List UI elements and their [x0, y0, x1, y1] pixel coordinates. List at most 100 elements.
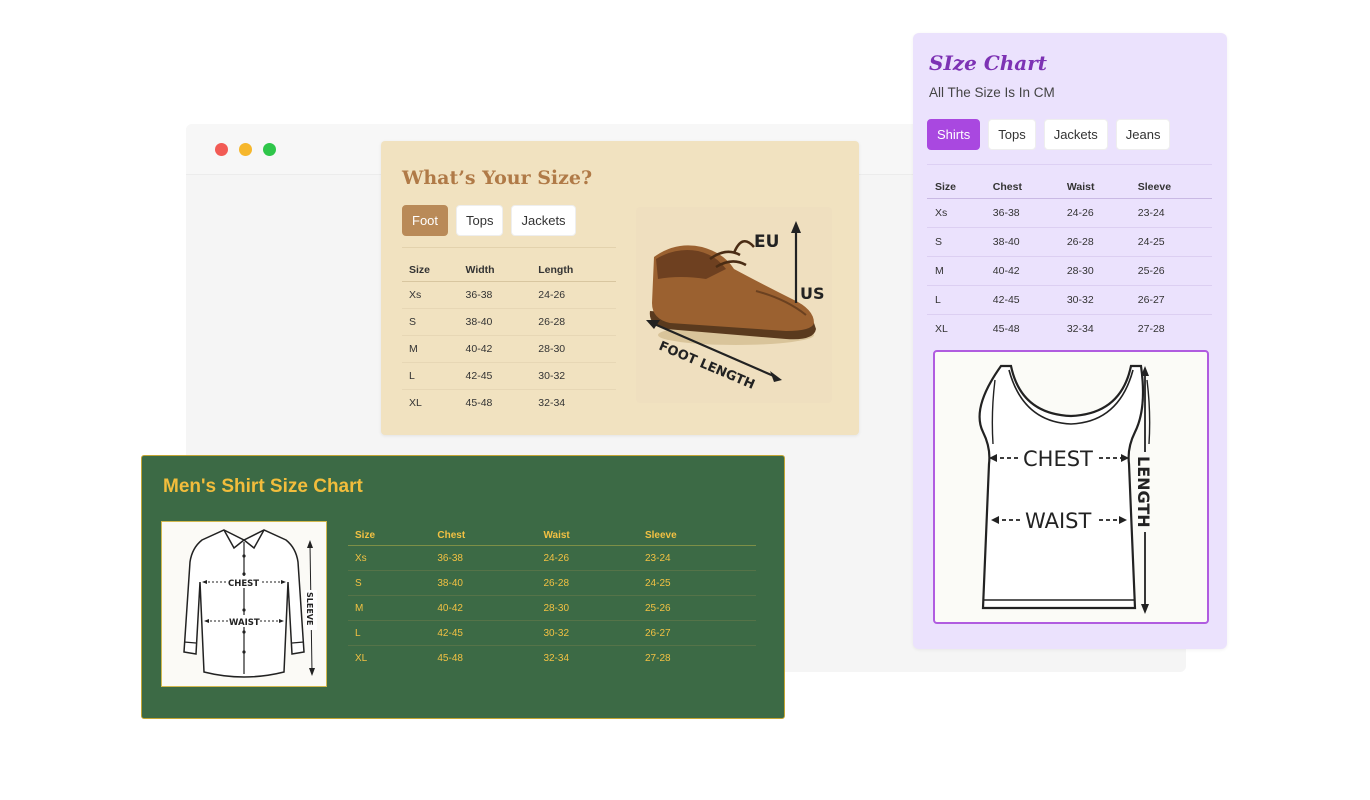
close-window-button[interactable] — [215, 143, 228, 156]
shoe-icon: EU US FOOT LENGTH — [646, 221, 825, 393]
divider — [927, 164, 1212, 165]
table-cell: 40-42 — [984, 256, 1059, 286]
table-cell: 40-42 — [430, 595, 537, 621]
table-cell: 25-26 — [637, 595, 756, 621]
chest-label: CHEST — [1023, 447, 1093, 471]
chest-label: CHEST — [228, 579, 259, 589]
shirt-size-table: Size Chest Waist Sleeve Xs 36-38 24-26 2… — [927, 176, 1212, 343]
table-cell: S — [402, 308, 459, 336]
table-cell: 45-48 — [992, 323, 1020, 335]
column-header: Size — [402, 259, 459, 282]
table-cell: 28-30 — [536, 595, 638, 621]
table-cell: S — [927, 227, 985, 257]
foot-size-table: Size Width Length Xs 36-38 24-26 S 38-40… — [402, 259, 616, 416]
tab-tops[interactable]: Tops — [456, 205, 504, 236]
table-cell: 23-24 — [1129, 198, 1212, 228]
table-header-row: Size Width Length — [402, 259, 616, 282]
tab-foot[interactable]: Foot — [402, 205, 449, 236]
table-cell: S — [348, 570, 431, 596]
size-chart-tabs: Shirts Tops Jackets Jeans — [927, 119, 1171, 150]
tab-shirts[interactable]: Shirts — [927, 119, 981, 150]
table-cell: L — [348, 620, 431, 646]
table-cell: 32-34 — [543, 652, 570, 664]
table-cell: 40-42 — [458, 335, 532, 363]
column-header: Length — [531, 259, 616, 282]
table-cell: 32-34 — [538, 397, 566, 409]
column-header: Sleeve — [1129, 176, 1212, 199]
foot-size-card: What’s Your Size? Foot Tops Jackets Size… — [381, 141, 859, 435]
tab-jeans[interactable]: Jeans — [1115, 119, 1171, 150]
table-cell: XL — [355, 652, 368, 664]
shirt-size-table: Size Chest Waist Sleeve Xs 36-38 24-26 2… — [348, 526, 756, 670]
table-header-row: Size Chest Waist Sleeve — [927, 176, 1212, 199]
tab-tops[interactable]: Tops — [988, 119, 1036, 150]
tab-jackets[interactable]: Jackets — [1043, 119, 1108, 150]
table-cell: 36-38 — [458, 281, 532, 309]
column-header: Size — [927, 176, 985, 199]
table-cell: 24-26 — [1058, 198, 1130, 228]
foot-card-title: What’s Your Size? — [402, 167, 593, 189]
table-cell: 42-45 — [984, 285, 1059, 315]
table-cell: Xs — [402, 281, 459, 309]
table-cell: 38-40 — [984, 227, 1059, 257]
table-cell: 26-28 — [1058, 227, 1130, 257]
column-header: Waist — [1058, 176, 1130, 199]
size-chart-title: SIze Chart — [929, 51, 1048, 75]
tank-top-icon: CHEST WAIST LENGTH — [978, 364, 1153, 614]
shirt-icon: CHEST WAIST SLEEVE — [183, 529, 317, 678]
table-cell: M — [402, 335, 459, 363]
table-cell: 30-32 — [1058, 285, 1130, 315]
waist-label: WAIST — [1025, 509, 1092, 533]
table-cell: 30-32 — [531, 362, 616, 390]
divider — [402, 247, 616, 248]
table-cell: 36-38 — [984, 198, 1059, 228]
table-cell: 27-28 — [644, 652, 671, 664]
table-cell: 26-28 — [531, 308, 616, 336]
column-header: Waist — [536, 526, 638, 546]
table-cell: 38-40 — [430, 570, 537, 596]
table-cell: 28-30 — [1058, 256, 1130, 286]
table-cell: 24-25 — [1129, 227, 1212, 257]
table-cell: 28-30 — [531, 335, 616, 363]
table-cell: 38-40 — [458, 308, 532, 336]
table-cell: 42-45 — [458, 362, 532, 390]
table-cell: 42-45 — [430, 620, 537, 646]
minimize-window-button[interactable] — [239, 143, 252, 156]
table-cell: 24-25 — [637, 570, 756, 596]
table-row: L 42-45 30-32 26-27 — [348, 620, 756, 646]
table-row: L 42-45 30-32 — [402, 362, 616, 390]
eu-label: EU — [754, 232, 779, 252]
waist-label: WAIST — [229, 618, 260, 628]
table-row: M 40-42 28-30 — [402, 335, 616, 363]
table-cell: XL — [409, 397, 422, 409]
maximize-window-button[interactable] — [263, 143, 276, 156]
table-cell: 26-27 — [637, 620, 756, 646]
mens-shirt-size-card: Men's Shirt Size Chart CHEST WAIST SLEEV… — [141, 455, 785, 719]
column-header: Chest — [984, 176, 1059, 199]
column-header: Chest — [430, 526, 537, 546]
us-label: US — [800, 284, 825, 303]
table-cell: 25-26 — [1129, 256, 1212, 286]
table-row: S 38-40 26-28 24-25 — [348, 570, 756, 596]
table-row: S 38-40 26-28 24-25 — [927, 227, 1212, 257]
table-row: XL 45-48 32-34 — [402, 390, 616, 417]
table-cell: 36-38 — [430, 545, 537, 571]
table-cell: 30-32 — [536, 620, 638, 646]
table-cell: 27-28 — [1137, 323, 1165, 335]
table-cell: 26-28 — [536, 570, 638, 596]
table-row: XL 45-48 32-34 27-28 — [348, 646, 756, 671]
shirt-card-title: Men's Shirt Size Chart — [163, 476, 363, 497]
table-cell: 23-24 — [637, 545, 756, 571]
length-label: LENGTH — [1134, 456, 1153, 528]
table-cell: 45-48 — [465, 397, 493, 409]
table-cell: Xs — [348, 545, 431, 571]
table-row: S 38-40 26-28 — [402, 308, 616, 336]
sleeve-label: SLEEVE — [305, 592, 314, 625]
table-cell: 26-27 — [1129, 285, 1212, 315]
table-cell: M — [348, 595, 431, 621]
table-cell: L — [927, 285, 985, 315]
tab-jackets[interactable]: Jackets — [511, 205, 576, 236]
size-chart-subtitle: All The Size Is In CM — [929, 85, 1055, 100]
column-header: Sleeve — [637, 526, 756, 546]
tank-top-illustration: CHEST WAIST LENGTH — [933, 350, 1209, 624]
